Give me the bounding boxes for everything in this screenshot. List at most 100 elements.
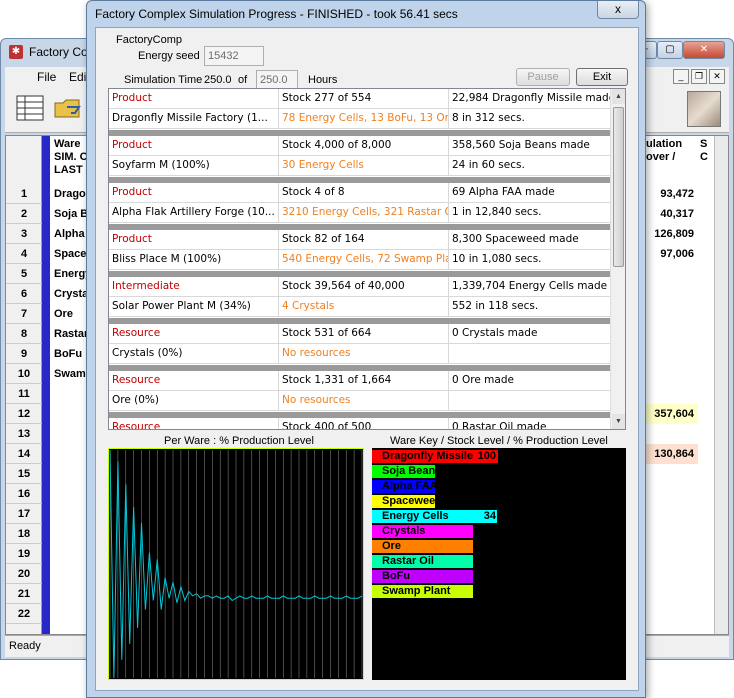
dialog-close-button[interactable]: x [597, 1, 639, 19]
dialog-title: Factory Complex Simulation Progress - FI… [95, 7, 458, 21]
factory-name: Dragonfly Missile Factory (1... [109, 109, 279, 129]
energy-seed-field[interactable]: 15432 [204, 46, 264, 66]
turnover-cell[interactable]: 130,864 [638, 444, 698, 464]
production-percent: 0 [489, 555, 496, 567]
scroll-down-icon[interactable]: ▼ [612, 414, 625, 429]
sim-time-label: Simulation Time [124, 74, 203, 86]
factory-stock: Stock 4 of 8 [279, 183, 449, 203]
production-percent: 100 [477, 480, 496, 492]
sim-time-total-field[interactable]: 250.0 [256, 70, 298, 90]
row-number[interactable]: 14 [6, 444, 42, 464]
factory-block: Resource Stock 531 of 664 0 Crystals made C… [109, 324, 611, 371]
ware-key-row: Soja Beans 100 [372, 465, 500, 478]
header-simulation: ulation [646, 138, 683, 150]
factory-block: Resource Stock 1,331 of 1,664 0 Ore made Or… [109, 371, 611, 418]
ware-key-name: Soja Beans [382, 465, 442, 477]
factory-rate: 552 in 118 secs. [449, 297, 611, 317]
factory-kind: Product [109, 136, 279, 156]
factory-block-row: Resource Stock 400 of 500 0 Rastar Oil mad… [109, 418, 611, 429]
scroll-thumb[interactable] [613, 107, 624, 267]
row-number[interactable]: 5 [6, 264, 42, 284]
factory-rate: 24 in 60 secs. [449, 156, 611, 176]
ware-key-row: Crystals 0 [372, 525, 500, 538]
ware-key-row: Energy Cells 34 [372, 510, 500, 523]
factory-block: Resource Stock 400 of 500 0 Rastar Oil mad… [109, 418, 611, 429]
energy-seed-label: Energy seed [138, 50, 200, 62]
open-folder-icon[interactable] [53, 93, 83, 123]
row-number[interactable]: 6 [6, 284, 42, 304]
row-number[interactable]: 19 [6, 544, 42, 564]
factory-kind: Intermediate [109, 277, 279, 297]
row-number[interactable]: 7 [6, 304, 42, 324]
ware-name-cell[interactable]: Ore [54, 304, 73, 324]
exit-button[interactable]: Exit [576, 68, 628, 86]
factory-name: Crystals (0%) [109, 344, 279, 364]
simulation-scrollbar[interactable]: ▲ ▼ [610, 89, 625, 429]
row-number[interactable]: 11 [6, 384, 42, 404]
row-number[interactable]: 21 [6, 584, 42, 604]
factory-name: Alpha Flak Artillery Forge (10... [109, 203, 279, 223]
factory-made: 358,560 Soja Beans made [449, 136, 611, 156]
row-number[interactable]: 12 [6, 404, 42, 424]
factory-block-row: Alpha Flak Artillery Forge (10... 3210 En… [109, 203, 611, 223]
row-number[interactable]: 16 [6, 484, 42, 504]
selection-strip [42, 136, 50, 634]
row-number[interactable]: 2 [6, 204, 42, 224]
mdi-minimize-icon[interactable]: _ [673, 69, 689, 84]
avatar [687, 91, 721, 127]
row-number[interactable]: 20 [6, 564, 42, 584]
factory-made: 69 Alpha FAA made [449, 183, 611, 203]
factory-stock: Stock 82 of 164 [279, 230, 449, 250]
pause-button[interactable]: Pause [516, 68, 570, 86]
grid-scrollbar[interactable] [714, 136, 728, 634]
production-percent: 0 [489, 570, 496, 582]
factory-made: 0 Rastar Oil made [449, 418, 611, 429]
production-level-svg [108, 448, 364, 680]
spreadsheet-icon[interactable] [15, 93, 45, 123]
right-chart-caption: Ware Key / Stock Level / % Production Le… [390, 435, 608, 447]
factory-block-row: Soyfarm M (100%) 30 Energy Cells 24 in 60 … [109, 156, 611, 176]
factory-kind: Resource [109, 418, 279, 429]
factory-needs: 78 Energy Cells, 13 BoFu, 13 Ore [279, 109, 449, 129]
factory-block-row: Bliss Place M (100%) 540 Energy Cells, 72… [109, 250, 611, 270]
maximize-icon[interactable]: ▢ [657, 41, 683, 59]
turnover-cell[interactable]: 40,317 [638, 204, 698, 224]
row-number[interactable]: 15 [6, 464, 42, 484]
ware-name-cell[interactable]: BoFu [54, 344, 82, 364]
ware-key-name: BoFu [382, 570, 411, 582]
header-turnover: over / [646, 151, 676, 163]
factory-made: 0 Ore made [449, 371, 611, 391]
mdi-restore-icon[interactable]: ❐ [691, 69, 707, 84]
scroll-up-icon[interactable]: ▲ [612, 89, 625, 104]
production-level-chart [108, 448, 364, 680]
row-number[interactable]: 4 [6, 244, 42, 264]
row-number[interactable]: 8 [6, 324, 42, 344]
row-number[interactable]: 13 [6, 424, 42, 444]
close-icon[interactable]: ✕ [683, 41, 725, 59]
turnover-cell[interactable]: 357,604 [638, 404, 698, 424]
row-number[interactable]: 17 [6, 504, 42, 524]
turnover-cell[interactable]: 97,006 [638, 244, 698, 264]
row-number[interactable]: 10 [6, 364, 42, 384]
factory-rate: 8 in 312 secs. [449, 109, 611, 129]
ware-name-cell[interactable]: Rastar [54, 324, 88, 344]
factory-block: Product Stock 4,000 of 8,000 358,560 Soja … [109, 136, 611, 183]
production-percent: 100 [477, 465, 496, 477]
status-text: Ready [9, 640, 41, 652]
row-number[interactable]: 18 [6, 524, 42, 544]
row-number[interactable]: 1 [6, 184, 42, 204]
row-number[interactable]: 9 [6, 344, 42, 364]
ware-key-name: Energy Cells [382, 510, 449, 522]
factory-block-row: Product Stock 4 of 8 69 Alpha FAA made [109, 183, 611, 203]
factory-made: 8,300 Spaceweed made [449, 230, 611, 250]
header-ware: Ware [54, 138, 81, 150]
row-number[interactable]: 3 [6, 224, 42, 244]
row-number[interactable]: 22 [6, 604, 42, 624]
factory-rate: 10 in 1,080 secs. [449, 250, 611, 270]
menu-file[interactable]: File [37, 70, 56, 84]
factory-stock: Stock 4,000 of 8,000 [279, 136, 449, 156]
turnover-cell[interactable]: 126,809 [638, 224, 698, 244]
turnover-cell[interactable]: 93,472 [638, 184, 698, 204]
mdi-close-icon[interactable]: ✕ [709, 69, 725, 84]
factory-block-row: Product Stock 277 of 554 22,984 Dragonfly … [109, 89, 611, 109]
